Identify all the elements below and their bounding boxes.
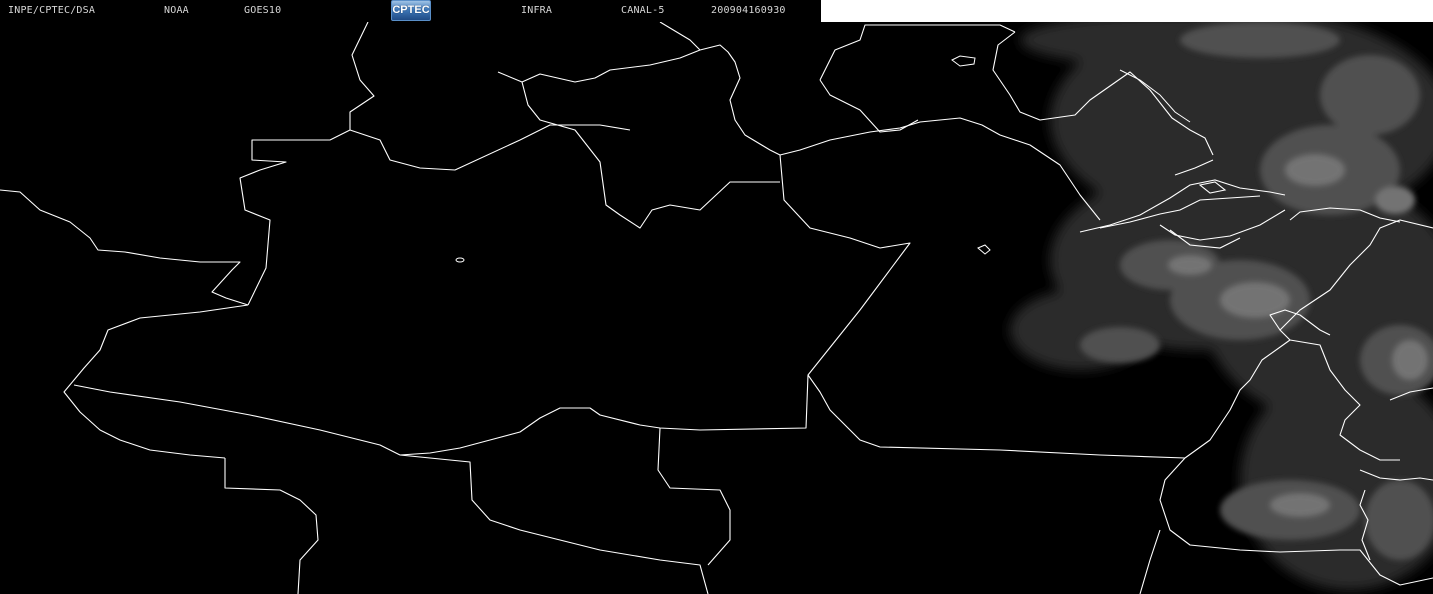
boundary-acre [224, 458, 319, 594]
boundary-northwest [0, 189, 249, 306]
agency-label: NOAA [164, 5, 189, 16]
timestamp-label: 200904160930 [711, 5, 786, 16]
lake-marker-1 [455, 257, 465, 263]
institution-label: INPE/CPTEC/DSA [8, 5, 96, 16]
image-header: INPE/CPTEC/DSA NOAA GOES10 CPTEC INFRA C… [0, 0, 821, 22]
boundary-guiana-inner [819, 79, 919, 133]
lake-marker-2 [977, 244, 991, 255]
lake-marker-3 [951, 55, 976, 67]
boundary-west-state [239, 124, 631, 306]
boundary-north-hump [349, 21, 375, 130]
boundary-central-north [497, 71, 780, 229]
logo-text: CPTEC [392, 4, 430, 16]
cloud-layer [1010, 10, 1433, 590]
boundary-mt [657, 427, 731, 566]
boundary-south-curve [1139, 529, 1161, 594]
boundary-amazonas-south [73, 374, 809, 456]
satellite-image-viewer: INPE/CPTEC/DSA NOAA GOES10 CPTEC INFRA C… [0, 0, 1433, 594]
boundary-top-spur [659, 21, 701, 51]
header-blank-area [821, 0, 1433, 22]
channel-label: CANAL-5 [621, 5, 665, 16]
boundary-amazonas-west [63, 304, 249, 459]
satellite-map [0, 10, 1433, 594]
boundary-guiana [819, 24, 1016, 81]
cptec-logo: CPTEC [391, 0, 431, 21]
band-label: INFRA [521, 5, 553, 16]
satellite-label: GOES10 [244, 5, 282, 16]
boundary-roraima-top [521, 44, 781, 156]
